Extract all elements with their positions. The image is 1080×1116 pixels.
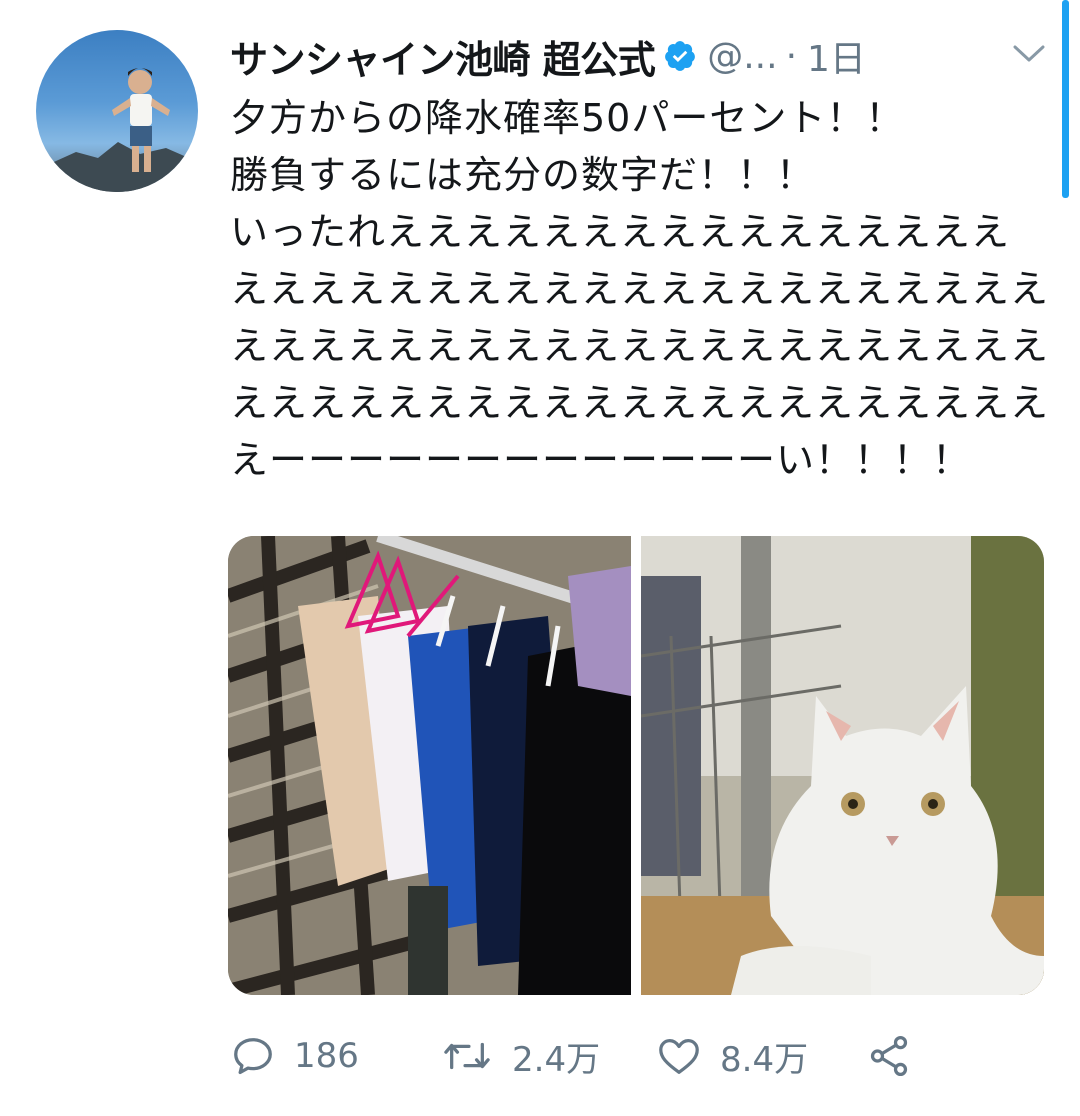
reply-button[interactable]: 186 — [230, 1024, 359, 1088]
like-button[interactable]: 8.4万 — [656, 1024, 808, 1088]
verified-badge-icon — [665, 41, 696, 71]
cat-image — [641, 536, 1044, 995]
tweet-text-line: いったれええええええええええええええええ — [230, 210, 1011, 254]
reply-count: 186 — [294, 1036, 359, 1076]
chevron-down-icon[interactable] — [1012, 42, 1046, 66]
author-name[interactable]: サンシャイン池崎 超公式 — [230, 29, 656, 84]
cat-photo[interactable] — [641, 536, 1044, 995]
tweet-actions: 186 2.4万 8.4万 — [230, 1024, 1050, 1088]
tweet-text: 夕方からの降水確率50パーセント！！ 勝負するには充分の数字だ！！！ いったれえ… — [230, 90, 1050, 489]
tweet-timestamp[interactable]: 1日 — [807, 30, 866, 82]
tweet-text-line: えええええええええええええええええええええ — [230, 324, 1050, 368]
tweet-header: サンシャイン池崎 超公式 @... · 1日 — [230, 26, 1050, 86]
tweet-text-line: 勝負するには充分の数字だ！！！ — [230, 153, 816, 197]
scrollbar[interactable] — [1062, 0, 1069, 198]
retweet-button[interactable]: 2.4万 — [440, 1024, 600, 1088]
retweet-icon — [444, 1042, 490, 1070]
tweet-text-line: えーーーーーーーーーーーーーい！！！！ — [230, 438, 972, 482]
profile-avatar[interactable] — [36, 30, 198, 192]
laundry-photo[interactable] — [228, 536, 631, 995]
author-handle[interactable]: @... — [707, 36, 777, 77]
separator-dot: · — [785, 35, 798, 77]
tweet-text-line: えええええええええええええええええええええ — [230, 267, 1050, 311]
tweet-text-line: えええええええええええええええええええええ — [230, 381, 1050, 425]
laundry-image — [228, 536, 631, 995]
reply-icon — [234, 1038, 272, 1075]
heart-icon — [659, 1039, 699, 1074]
share-button[interactable] — [866, 1024, 912, 1088]
tweet-text-line: 夕方からの降水確率50パーセント！！ — [230, 96, 905, 140]
retweet-count: 2.4万 — [512, 1039, 601, 1080]
avatar-image — [36, 68, 198, 192]
share-icon — [870, 1035, 908, 1077]
like-count: 8.4万 — [720, 1039, 809, 1080]
